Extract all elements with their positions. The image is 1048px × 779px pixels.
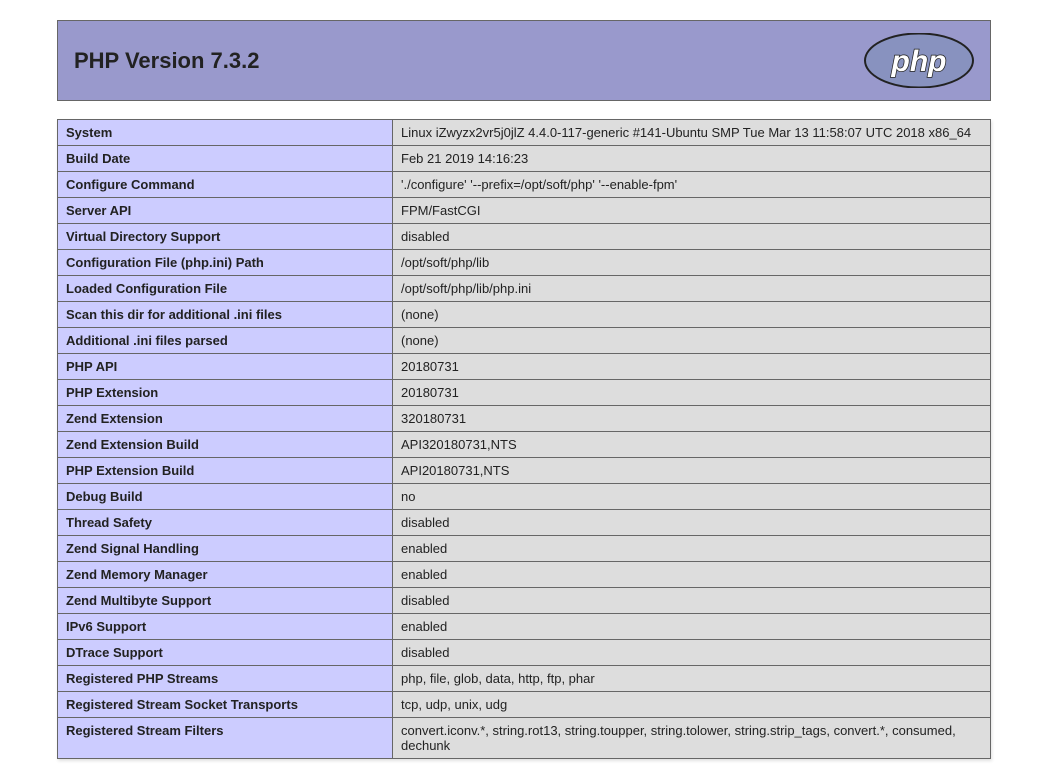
info-value: 20180731: [393, 354, 991, 380]
info-value: enabled: [393, 562, 991, 588]
info-label: PHP Extension: [58, 380, 393, 406]
table-row: Zend Memory Managerenabled: [58, 562, 991, 588]
info-label: Registered PHP Streams: [58, 666, 393, 692]
info-label: Zend Signal Handling: [58, 536, 393, 562]
info-label: Additional .ini files parsed: [58, 328, 393, 354]
info-label: Registered Stream Filters: [58, 718, 393, 759]
svg-text:php: php: [891, 45, 947, 78]
info-label: Configure Command: [58, 172, 393, 198]
info-label: Zend Multibyte Support: [58, 588, 393, 614]
table-row: Zend Extension BuildAPI320180731,NTS: [58, 432, 991, 458]
info-label: Debug Build: [58, 484, 393, 510]
info-label: Scan this dir for additional .ini files: [58, 302, 393, 328]
info-label: Zend Extension: [58, 406, 393, 432]
table-row: Registered PHP Streamsphp, file, glob, d…: [58, 666, 991, 692]
table-row: Zend Signal Handlingenabled: [58, 536, 991, 562]
info-label: Zend Memory Manager: [58, 562, 393, 588]
info-label: Build Date: [58, 146, 393, 172]
info-value: enabled: [393, 614, 991, 640]
info-value: no: [393, 484, 991, 510]
phpinfo-table: SystemLinux iZwyzx2vr5j0jlZ 4.4.0-117-ge…: [57, 119, 991, 759]
table-row: Zend Extension320180731: [58, 406, 991, 432]
info-label: PHP API: [58, 354, 393, 380]
info-label: Registered Stream Socket Transports: [58, 692, 393, 718]
table-row: Configure Command'./configure' '--prefix…: [58, 172, 991, 198]
table-row: Configuration File (php.ini) Path/opt/so…: [58, 250, 991, 276]
table-row: SystemLinux iZwyzx2vr5j0jlZ 4.4.0-117-ge…: [58, 120, 991, 146]
info-label: Zend Extension Build: [58, 432, 393, 458]
table-row: Thread Safetydisabled: [58, 510, 991, 536]
info-label: System: [58, 120, 393, 146]
table-row: Registered Stream Filtersconvert.iconv.*…: [58, 718, 991, 759]
info-label: Loaded Configuration File: [58, 276, 393, 302]
info-value: API20180731,NTS: [393, 458, 991, 484]
table-row: PHP Extension20180731: [58, 380, 991, 406]
table-row: Zend Multibyte Supportdisabled: [58, 588, 991, 614]
page-title: PHP Version 7.3.2: [74, 48, 259, 74]
info-value: 20180731: [393, 380, 991, 406]
info-value: disabled: [393, 510, 991, 536]
info-label: Server API: [58, 198, 393, 224]
info-value: /opt/soft/php/lib/php.ini: [393, 276, 991, 302]
table-row: Debug Buildno: [58, 484, 991, 510]
info-label: PHP Extension Build: [58, 458, 393, 484]
php-logo-icon: php: [864, 33, 974, 88]
info-value: Feb 21 2019 14:16:23: [393, 146, 991, 172]
info-label: Virtual Directory Support: [58, 224, 393, 250]
info-label: Configuration File (php.ini) Path: [58, 250, 393, 276]
info-value: disabled: [393, 224, 991, 250]
info-value: FPM/FastCGI: [393, 198, 991, 224]
info-value: convert.iconv.*, string.rot13, string.to…: [393, 718, 991, 759]
table-row: Loaded Configuration File/opt/soft/php/l…: [58, 276, 991, 302]
table-row: PHP Extension BuildAPI20180731,NTS: [58, 458, 991, 484]
info-label: IPv6 Support: [58, 614, 393, 640]
info-value: enabled: [393, 536, 991, 562]
info-value: 320180731: [393, 406, 991, 432]
info-value: (none): [393, 302, 991, 328]
table-row: Registered Stream Socket Transportstcp, …: [58, 692, 991, 718]
info-value: Linux iZwyzx2vr5j0jlZ 4.4.0-117-generic …: [393, 120, 991, 146]
info-value: disabled: [393, 588, 991, 614]
table-row: DTrace Supportdisabled: [58, 640, 991, 666]
table-row: Scan this dir for additional .ini files(…: [58, 302, 991, 328]
table-row: Server APIFPM/FastCGI: [58, 198, 991, 224]
info-value: API320180731,NTS: [393, 432, 991, 458]
phpinfo-header: PHP Version 7.3.2 php: [57, 20, 991, 101]
info-value: php, file, glob, data, http, ftp, phar: [393, 666, 991, 692]
info-value: tcp, udp, unix, udg: [393, 692, 991, 718]
info-label: DTrace Support: [58, 640, 393, 666]
table-row: Additional .ini files parsed(none): [58, 328, 991, 354]
info-value: (none): [393, 328, 991, 354]
info-value: './configure' '--prefix=/opt/soft/php' '…: [393, 172, 991, 198]
info-value: /opt/soft/php/lib: [393, 250, 991, 276]
table-row: Virtual Directory Supportdisabled: [58, 224, 991, 250]
table-row: PHP API20180731: [58, 354, 991, 380]
table-row: IPv6 Supportenabled: [58, 614, 991, 640]
info-value: disabled: [393, 640, 991, 666]
info-label: Thread Safety: [58, 510, 393, 536]
table-row: Build DateFeb 21 2019 14:16:23: [58, 146, 991, 172]
